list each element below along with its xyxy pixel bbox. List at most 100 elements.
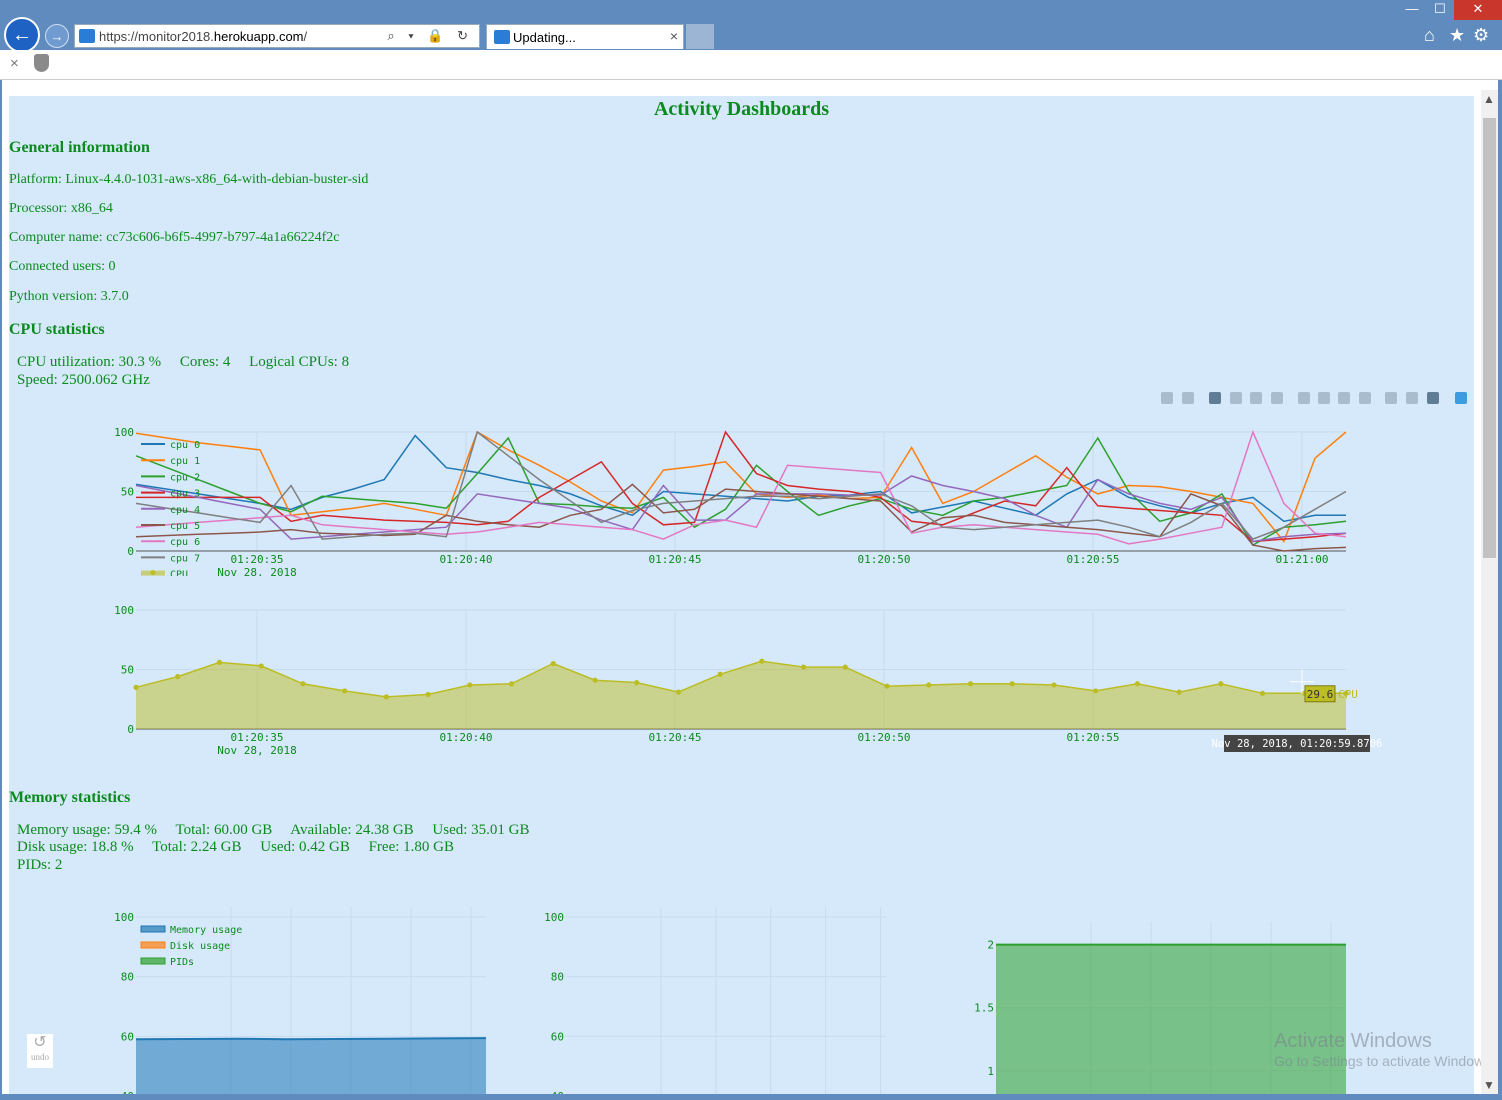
new-tab-button[interactable] [686, 24, 714, 49]
scrollbar-thumb[interactable] [1483, 118, 1496, 558]
back-button[interactable]: ← [4, 17, 40, 53]
data-point [342, 688, 348, 694]
shield-icon[interactable] [34, 54, 49, 72]
hover-value: 29.6 [1307, 688, 1334, 701]
close-window-button[interactable]: ✕ [1454, 0, 1502, 20]
box-select-icon[interactable] [1250, 392, 1262, 404]
data-point [383, 694, 389, 700]
series-line-cpu-5 [135, 483, 1347, 552]
autoscale-icon[interactable] [1338, 392, 1350, 404]
cpu-utilization-text: CPU utilization: 30.3 % Cores: 4 Logical… [17, 354, 350, 370]
x-date-label: Nov 28, 2018 [217, 744, 296, 756]
stop-loading-icon[interactable]: × [10, 55, 19, 72]
legend-marker [150, 570, 156, 576]
data-point [1218, 681, 1224, 687]
page-title: Activity Dashboards [653, 98, 829, 120]
y-tick-label: 60 [551, 1030, 564, 1043]
camera-icon[interactable] [1161, 392, 1173, 404]
data-point [300, 681, 306, 687]
memory-usage-chart[interactable]: 406080100Memory usageDisk usagePIDs [9, 901, 489, 1094]
legend-label: cpu 7 [170, 553, 200, 564]
lasso-select-icon[interactable] [1271, 392, 1283, 404]
data-point [675, 689, 682, 695]
reset-axes-icon[interactable] [1359, 392, 1371, 404]
chart-modebar [1161, 392, 1471, 408]
x-tick-label: 01:20:50 [858, 553, 911, 566]
scroll-up-icon[interactable]: ▲ [1483, 92, 1495, 106]
page-viewport: Activity Dashboards General information … [2, 80, 1498, 1094]
arrow-left-icon: ← [12, 23, 32, 46]
y-tick-label: 80 [121, 971, 134, 984]
y-tick-label: 50 [121, 486, 134, 499]
url-text[interactable]: https://monitor2018.herokuapp.com/ [99, 29, 307, 44]
zoom-in-icon[interactable] [1298, 392, 1310, 404]
data-point [467, 682, 473, 688]
data-point [800, 664, 807, 670]
x-tick-label: 01:20:45 [649, 553, 702, 566]
vertical-scrollbar[interactable]: ▲ ▼ [1481, 90, 1498, 1094]
legend-swatch [140, 957, 166, 965]
data-point [1259, 690, 1266, 696]
y-tick-label: 60 [121, 1030, 134, 1043]
browser-tab-active[interactable]: Updating... × [486, 24, 684, 49]
legend-label: cpu 3 [170, 489, 200, 500]
memory-stats-heading: Memory statistics [9, 789, 131, 806]
data-point [1134, 681, 1140, 687]
maximize-button[interactable]: ☐ [1426, 0, 1454, 20]
tab-close-icon[interactable]: × [670, 28, 678, 44]
minimize-button[interactable]: — [1398, 0, 1426, 20]
activate-windows-watermark: Activate Windows Go to Settings to activ… [1274, 1030, 1495, 1069]
settings-gear-icon[interactable]: ⚙ [1473, 25, 1489, 46]
legend-swatch [140, 941, 166, 949]
y-tick-label: 80 [551, 971, 564, 984]
x-tick-label: 01:20:55 [1067, 553, 1120, 566]
favorites-star-icon[interactable]: ★ [1449, 25, 1465, 46]
data-point [133, 684, 139, 690]
y-tick-label: 100 [114, 911, 134, 924]
command-bar: × [0, 50, 1502, 80]
x-tick-label: 01:20:40 [440, 731, 493, 744]
save-icon[interactable] [1182, 392, 1194, 404]
y-tick-label: 1.5 [974, 1002, 994, 1015]
x-tick-label: 01:20:40 [440, 553, 493, 566]
legend-label: Disk usage [170, 941, 230, 952]
cpu-total-chart[interactable]: 0 50 100 01:20:35 01:20:40 01:20:45 01:20:50 01… [9, 596, 1474, 756]
hover-closest-icon[interactable] [1406, 392, 1418, 404]
legend-label: cpu 2 [170, 472, 200, 483]
plotly-logo-icon[interactable] [1455, 392, 1467, 404]
disk-usage-chart[interactable]: 406080100 [489, 901, 969, 1094]
forward-button[interactable]: → [45, 24, 69, 48]
connected-users-text: Connected users: 0 [9, 259, 116, 274]
zoom-icon[interactable] [1209, 392, 1221, 404]
series-area-memory-usage [136, 1038, 486, 1094]
pan-icon[interactable] [1230, 392, 1242, 404]
cpu-stats-heading: CPU statistics [9, 321, 105, 338]
spike-lines-icon[interactable] [1385, 392, 1397, 404]
hover-compare-icon[interactable] [1427, 392, 1439, 404]
address-bar-icons[interactable]: ⌕ ▾ 🔒 ↻ [387, 28, 473, 44]
series-line-memory-usage [135, 1037, 487, 1041]
legend-label: CPU [170, 570, 188, 576]
y-tick-label: 0 [127, 545, 134, 558]
undo-button[interactable]: ↺ undo [27, 1034, 53, 1068]
hover-time-label: Nov 28, 2018, 01:20:59.8706 [1212, 738, 1383, 750]
address-bar[interactable]: https://monitor2018.herokuapp.com/ ⌕ ▾ 🔒… [74, 24, 480, 48]
data-point [759, 658, 765, 664]
scroll-down-icon[interactable]: ▼ [1483, 1078, 1495, 1092]
computer-name-text: Computer name: cc73c606-b6f5-4997-b797-4… [9, 230, 340, 245]
zoom-out-icon[interactable] [1318, 392, 1330, 404]
legend-label: cpu 0 [170, 440, 200, 451]
y-tick-label: 0 [127, 723, 134, 736]
legend-label: PIDs [170, 957, 194, 968]
cpu-per-core-chart[interactable]: 0 50 100 01:20:35 01:20:40 01:20:45 01:20:50 01… [9, 416, 1474, 576]
data-point [508, 681, 515, 687]
platform-text: Platform: Linux-4.4.0-1031-aws-x86_64-wi… [9, 172, 369, 187]
data-point [842, 664, 848, 670]
tab-title: Updating... [513, 30, 576, 45]
y-tick-label: 2 [987, 939, 994, 952]
site-favicon-icon [79, 29, 95, 43]
y-tick-label: 50 [121, 664, 134, 677]
legend-label: cpu 5 [170, 521, 200, 532]
home-icon[interactable]: ⌂ [1424, 25, 1435, 46]
cpu-speed-text: Speed: 2500.062 GHz [17, 372, 150, 388]
